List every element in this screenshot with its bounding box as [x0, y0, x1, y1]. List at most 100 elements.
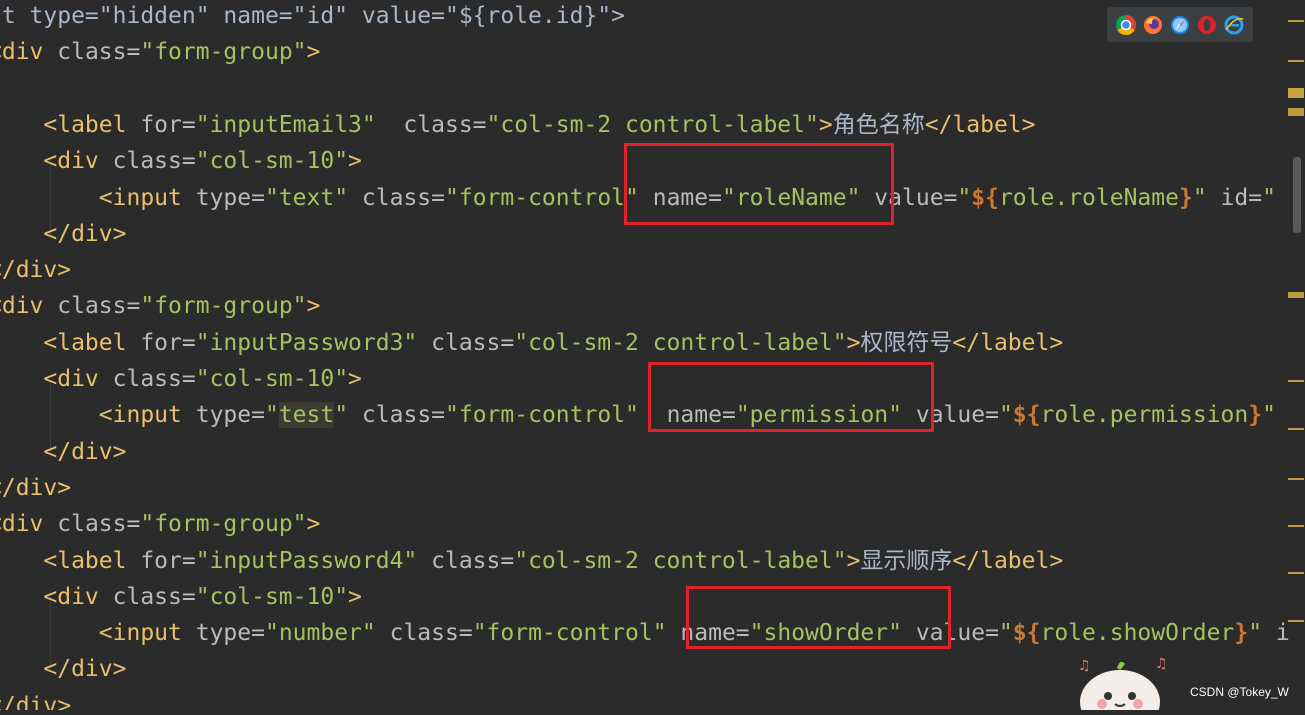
code-line[interactable]: ut type="hidden" name="id" value="${role… [0, 0, 625, 34]
code-token: "inputPassword3" [195, 329, 418, 356]
code-token: <input [0, 184, 196, 211]
code-token: class= [375, 111, 487, 138]
mascot-sticker: ♫ ♫ [1070, 640, 1170, 715]
gutter-marker[interactable] [1288, 292, 1304, 298]
code-token: type= [195, 402, 265, 429]
code-line[interactable]: </div> [0, 252, 71, 288]
code-token: </div> [0, 692, 72, 710]
code-token: "form-group" [140, 293, 307, 320]
code-token: test [278, 402, 335, 429]
code-token: > [846, 329, 861, 356]
gutter-marker[interactable] [1288, 88, 1304, 98]
code-token: } [1248, 402, 1263, 429]
code-token: class= [417, 547, 515, 574]
code-token: </div> [0, 257, 72, 284]
code-token: i [1262, 620, 1290, 647]
highlight-box-rolename [624, 143, 894, 225]
highlight-box-permission [648, 362, 934, 432]
code-token: "form-group" [140, 511, 307, 538]
code-token: for= [140, 111, 196, 138]
code-line[interactable]: <div class="col-sm-10"> [0, 579, 362, 615]
code-token: class= [348, 402, 446, 429]
code-token: role.roleName [998, 184, 1179, 211]
code-token: ${ [1012, 402, 1041, 429]
opera-icon[interactable] [1197, 15, 1217, 35]
code-token: class= [57, 39, 141, 66]
code-line[interactable]: </div> [0, 651, 126, 687]
code-token: <input [0, 620, 196, 647]
gutter-marker[interactable] [1288, 428, 1304, 430]
code-token: for= [140, 547, 196, 574]
code-token: </div> [0, 656, 127, 683]
gutter-marker[interactable] [1288, 478, 1304, 480]
code-token: " [1192, 184, 1207, 211]
gutter-marker[interactable] [1288, 380, 1304, 382]
code-line[interactable]: <div class="form-group"> [0, 34, 320, 70]
code-line[interactable]: <div class="form-group"> [0, 506, 320, 542]
code-token: class= [112, 148, 196, 175]
gutter-marker[interactable] [1288, 620, 1304, 622]
code-token: <div [0, 583, 113, 610]
code-token: <input [0, 402, 196, 429]
code-token: class= [57, 293, 141, 320]
watermark-text: CSDN @Tokey_W [1190, 685, 1289, 699]
code-token: " [998, 402, 1013, 429]
code-editor[interactable]: ut type="hidden" name="id" value="${role… [0, 0, 1305, 710]
ie-icon[interactable] [1224, 15, 1244, 35]
code-line[interactable]: <div class="col-sm-10"> [0, 361, 362, 397]
scrollbar-thumb[interactable] [1293, 157, 1301, 233]
code-token: > [306, 511, 321, 538]
code-token: "inputPassword4" [195, 547, 418, 574]
code-token: } [1234, 620, 1249, 647]
code-token: <div [0, 511, 44, 538]
gutter-marker[interactable] [1288, 20, 1304, 22]
firefox-icon[interactable] [1143, 15, 1163, 35]
code-token: > [306, 39, 321, 66]
code-token: " [957, 184, 972, 211]
code-line[interactable]: </div> [0, 470, 71, 506]
code-line[interactable]: </div> [0, 434, 126, 470]
code-line[interactable]: <input type="test" class="form-control" … [0, 397, 1276, 433]
code-token: "col-sm-10" [195, 366, 349, 392]
code-line[interactable]: <label for="inputPassword3" class="col-s… [0, 325, 1063, 361]
code-line[interactable]: <label for="inputEmail3" class="col-sm-2… [0, 107, 1035, 143]
code-token: class= [375, 620, 473, 647]
code-token: ${ [971, 184, 999, 211]
gutter-marker[interactable] [1288, 108, 1304, 116]
code-token: " [264, 402, 279, 429]
safari-icon[interactable] [1170, 15, 1190, 35]
code-token: "text" [264, 184, 349, 211]
browser-preview-toolbar [1107, 7, 1253, 42]
code-line[interactable]: </div> [0, 216, 126, 252]
code-token: "inputEmail3" [195, 111, 376, 138]
code-token: > [818, 111, 833, 138]
code-token: 显示顺序 [860, 547, 953, 574]
code-line[interactable]: </div> [0, 688, 71, 710]
code-line[interactable]: <div class="form-group"> [0, 288, 320, 324]
code-token: " [998, 620, 1013, 647]
code-token: for= [140, 329, 196, 356]
code-token: "form-control" [445, 402, 639, 429]
code-token: " [1262, 184, 1276, 211]
code-token: </div> [0, 438, 127, 465]
code-line[interactable]: <label for="inputPassword4" class="col-s… [0, 543, 1063, 579]
gutter-marker[interactable] [1288, 60, 1304, 62]
code-token: <label [0, 111, 141, 138]
code-token: "> [597, 3, 625, 29]
code-token: class= [57, 511, 141, 538]
code-token: role.permission [1040, 402, 1249, 429]
gutter-marker[interactable] [1288, 525, 1304, 527]
code-token: </label> [952, 329, 1064, 356]
code-token: <div [0, 366, 113, 392]
gutter-marker[interactable] [1288, 572, 1304, 574]
chrome-icon[interactable] [1116, 14, 1137, 35]
code-token: </div> [0, 474, 72, 501]
code-line[interactable]: <div class="col-sm-10"> [0, 143, 362, 179]
code-token: "col-sm-2 control-label" [486, 111, 819, 138]
code-token: ut type="hidden" name="id" value=" [0, 3, 459, 29]
code-token: 权限符号 [860, 329, 953, 356]
code-token: } [1178, 184, 1193, 211]
code-token: </label> [952, 547, 1064, 574]
code-token: type= [195, 620, 265, 647]
code-token: <label [0, 329, 141, 356]
